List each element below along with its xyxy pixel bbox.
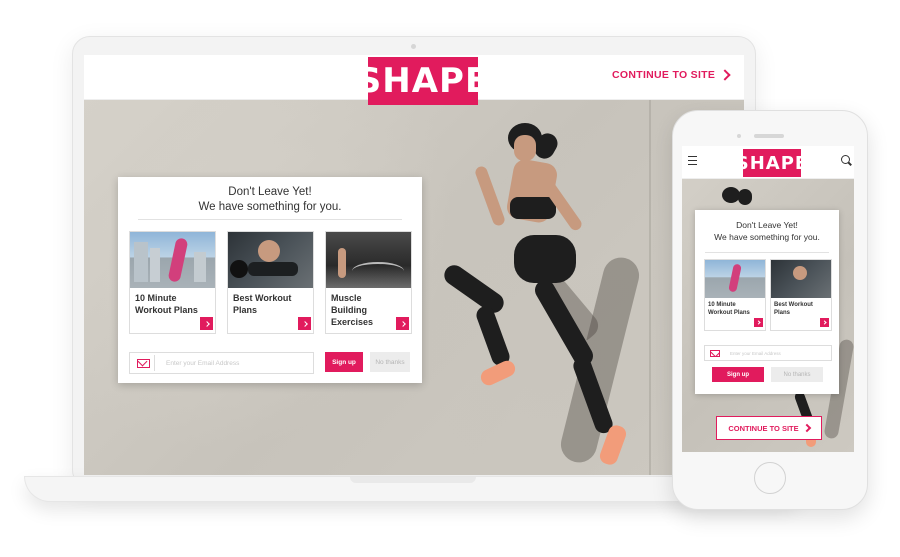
- card-arrow-button[interactable]: [200, 317, 213, 330]
- mobile-content-card[interactable]: 10 Minute Workout Plans: [704, 259, 766, 331]
- continue-to-site-label: CONTINUE TO SITE: [612, 69, 716, 81]
- exit-intent-popup: Don't Leave Yet! We have something for y…: [118, 177, 422, 383]
- mobile-card-arrow-button[interactable]: [820, 318, 829, 327]
- mobile-email-input[interactable]: Enter your Email Address: [704, 345, 832, 361]
- mobile-no-thanks-button[interactable]: No thanks: [771, 367, 823, 382]
- menu-icon[interactable]: [688, 156, 697, 165]
- popup-title-line2: We have something for you.: [198, 201, 342, 213]
- no-thanks-button[interactable]: No thanks: [370, 352, 410, 372]
- card-image-battle-ropes: [326, 232, 411, 288]
- chevron-right-icon: [719, 69, 731, 81]
- chevron-right-icon: [802, 423, 811, 433]
- signup-button[interactable]: Sign up: [325, 352, 363, 372]
- runner-image: [440, 123, 664, 475]
- content-card[interactable]: 10 Minute Workout Plans: [129, 231, 216, 334]
- chevron-right-icon: [756, 320, 761, 325]
- search-icon[interactable]: [841, 155, 852, 166]
- mobile-card-title: 10 Minute Workout Plans: [708, 302, 750, 316]
- content-card[interactable]: Best Workout Plans: [227, 231, 314, 334]
- shape-logo[interactable]: SHAPE: [357, 57, 488, 105]
- mobile-email-placeholder: Enter your Email Address: [730, 350, 781, 356]
- input-separator: [154, 355, 155, 371]
- card-title: Best Workout Plans: [233, 293, 292, 315]
- mobile-screen: SHAPE Don't Leave Yet! We have something…: [682, 146, 854, 452]
- chevron-right-icon: [399, 320, 406, 327]
- card-image-weights: [228, 232, 313, 288]
- phone-speaker: [754, 134, 784, 138]
- popup-title-line1: Don't Leave Yet!: [228, 186, 312, 198]
- card-title: 10 Minute Workout Plans: [135, 293, 198, 315]
- card-title: Muscle Building Exercises: [331, 293, 374, 327]
- mobile-popup-title: Don't Leave Yet! We have something for y…: [695, 219, 839, 243]
- mobile-content-card[interactable]: Best Workout Plans: [770, 259, 832, 331]
- mobile-card-image-weights: [771, 260, 831, 298]
- continue-to-site-link[interactable]: CONTINUE TO SITE: [612, 69, 731, 81]
- mobile-card-title: Best Workout Plans: [774, 302, 813, 316]
- mobile-card-image-runner-city: [705, 260, 765, 298]
- card-arrow-button[interactable]: [396, 317, 409, 330]
- card-arrow-button[interactable]: [298, 317, 311, 330]
- chevron-right-icon: [203, 320, 210, 327]
- popup-divider: [138, 219, 402, 220]
- mobile-signup-button[interactable]: Sign up: [712, 367, 764, 382]
- chevron-right-icon: [822, 320, 827, 325]
- mobile-popup-divider: [705, 252, 829, 253]
- mobile-popup-title-line1: Don't Leave Yet!: [736, 220, 798, 230]
- card-image-runner-city: [130, 232, 215, 288]
- laptop-camera: [411, 44, 416, 49]
- mobile-exit-popup: Don't Leave Yet! We have something for y…: [695, 210, 839, 394]
- chevron-right-icon: [301, 320, 308, 327]
- mobile-popup-title-line2: We have something for you.: [714, 232, 820, 242]
- phone-home-button[interactable]: [754, 462, 786, 494]
- email-icon: [137, 358, 150, 368]
- email-icon: [710, 349, 720, 357]
- mobile-shape-logo[interactable]: SHAPE: [736, 149, 807, 177]
- phone-camera: [737, 134, 741, 138]
- mobile-continue-label: CONTINUE TO SITE: [728, 423, 799, 433]
- email-input[interactable]: Enter your Email Address: [129, 352, 314, 374]
- popup-title: Don't Leave Yet! We have something for y…: [118, 185, 422, 215]
- email-placeholder: Enter your Email Address: [166, 359, 240, 367]
- mobile-continue-to-site-button[interactable]: CONTINUE TO SITE: [716, 416, 822, 440]
- mobile-card-arrow-button[interactable]: [754, 318, 763, 327]
- laptop-notch: [350, 477, 476, 483]
- content-card[interactable]: Muscle Building Exercises: [325, 231, 412, 334]
- desktop-screen: SHAPE CONTINUE TO SITE Don't Leave Yet! …: [84, 55, 744, 475]
